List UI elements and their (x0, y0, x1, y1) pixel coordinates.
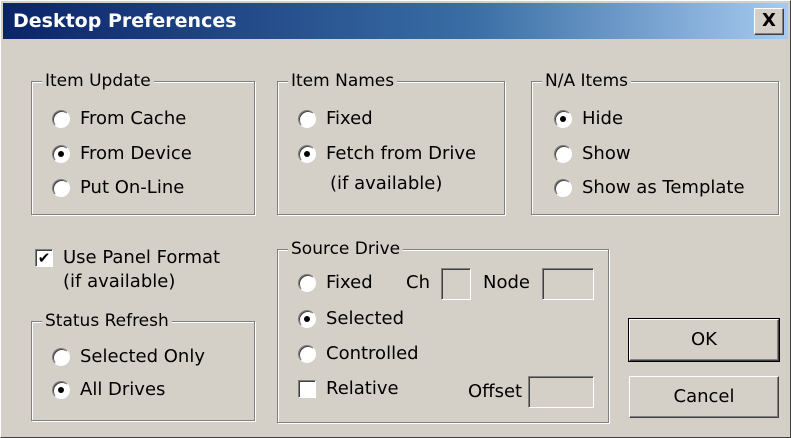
radio-show-as-template[interactable]: Show as Template (554, 177, 745, 199)
radio-circle[interactable] (52, 348, 70, 366)
source-drive-group: Source Drive Fixed Ch Node Selected Cont… (277, 238, 609, 423)
radio-label: Put On-Line (80, 177, 185, 198)
checkbox-box-checked[interactable]: ✔ (35, 249, 53, 267)
radio-circle-selected[interactable] (298, 310, 316, 328)
source-drive-legend: Source Drive (288, 238, 404, 260)
radio-selected-drive[interactable]: Selected (298, 308, 404, 330)
na-items-legend: N/A Items (542, 70, 632, 92)
item-update-legend: Item Update (42, 70, 154, 92)
radio-label: From Device (80, 143, 192, 164)
offset-label: Offset (468, 381, 523, 402)
radio-circle-selected[interactable] (52, 381, 70, 399)
radio-controlled[interactable]: Controlled (298, 343, 419, 365)
cancel-button[interactable]: Cancel (629, 376, 779, 418)
radio-label: Fetch from Drive (326, 143, 477, 164)
window-title: Desktop Preferences (13, 10, 237, 32)
radio-label: All Drives (80, 379, 166, 400)
radio-circle-selected[interactable] (52, 145, 70, 163)
status-refresh-group: Status Refresh Selected Only All Drives (31, 310, 255, 421)
radio-fetch-from-drive[interactable]: Fetch from Drive (298, 143, 476, 165)
item-names-legend: Item Names (288, 70, 398, 92)
radio-circle-selected[interactable] (298, 145, 316, 163)
check-icon: ✔ (37, 249, 51, 267)
item-names-group: Item Names Fixed Fetch from Drive (if av… (277, 70, 505, 215)
item-update-group: Item Update From Cache From Device Put O… (31, 70, 255, 215)
checkbox-label: Relative (326, 378, 399, 399)
status-refresh-legend: Status Refresh (42, 310, 172, 332)
radio-all-drives[interactable]: All Drives (52, 379, 165, 401)
ok-button[interactable]: OK (628, 318, 780, 362)
radio-label: Selected (326, 308, 405, 329)
checkbox-box[interactable] (298, 380, 316, 398)
radio-from-cache[interactable]: From Cache (52, 108, 186, 130)
radio-label: From Cache (80, 108, 187, 129)
radio-fixed-drive[interactable]: Fixed (298, 272, 373, 294)
node-input[interactable] (542, 268, 594, 300)
radio-label: Controlled (326, 343, 419, 364)
use-panel-format-checkbox[interactable]: ✔ Use Panel Format (35, 247, 220, 269)
desktop-preferences-dialog: Desktop Preferences X Item Update From C… (0, 0, 791, 438)
radio-circle[interactable] (298, 110, 316, 128)
radio-hide[interactable]: Hide (554, 108, 623, 130)
radio-put-on-line[interactable]: Put On-Line (52, 177, 184, 199)
checkbox-label: Use Panel Format (63, 247, 221, 268)
radio-label: Hide (582, 108, 624, 129)
radio-circle[interactable] (298, 274, 316, 292)
radio-circle[interactable] (298, 345, 316, 363)
radio-circle[interactable] (52, 110, 70, 128)
ch-input[interactable] (441, 268, 471, 300)
radio-circle[interactable] (554, 179, 572, 197)
radio-fixed-name[interactable]: Fixed (298, 108, 373, 130)
radio-label: Fixed (326, 272, 373, 293)
radio-label: Show (582, 143, 631, 164)
radio-label: Show as Template (582, 177, 745, 198)
radio-label: Fixed (326, 108, 373, 129)
close-button[interactable]: X (754, 8, 784, 35)
ch-label: Ch (406, 272, 430, 293)
na-items-group: N/A Items Hide Show Show as Template (531, 70, 779, 215)
title-bar[interactable]: Desktop Preferences X (3, 3, 788, 39)
panel-format-sub-label: (if available) (63, 271, 176, 292)
fetch-sub-label: (if available) (330, 173, 443, 194)
radio-from-device[interactable]: From Device (52, 143, 192, 165)
close-icon: X (762, 10, 776, 31)
radio-circle[interactable] (554, 145, 572, 163)
radio-selected-only[interactable]: Selected Only (52, 346, 205, 368)
radio-circle-selected[interactable] (554, 110, 572, 128)
node-label: Node (483, 272, 530, 293)
offset-input[interactable] (528, 376, 594, 408)
relative-checkbox[interactable]: Relative (298, 378, 399, 400)
radio-circle[interactable] (52, 179, 70, 197)
radio-label: Selected Only (80, 346, 205, 367)
radio-show[interactable]: Show (554, 143, 631, 165)
